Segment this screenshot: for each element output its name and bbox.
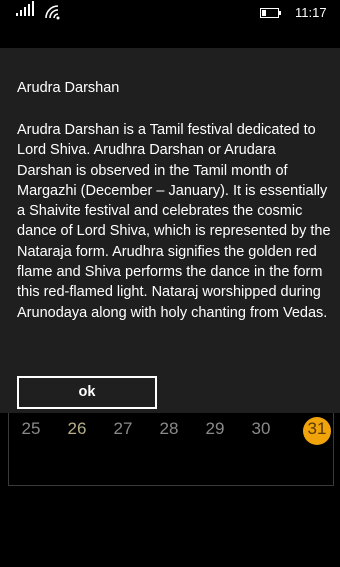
battery-icon xyxy=(260,8,281,18)
dialog-body-text: Arudra Darshan is a Tamil festival dedic… xyxy=(17,122,331,321)
message-dialog: Arudra Darshan Arudra Darshan is a Tamil… xyxy=(0,48,340,413)
clock-time: 11:17 xyxy=(295,5,327,20)
phone-screen: 11:17 25 26 27 28 29 30 31 Arudra Darsha… xyxy=(0,0,340,567)
status-bar: 11:17 xyxy=(0,0,340,26)
calendar-day[interactable]: 29 xyxy=(199,419,231,439)
calendar-day[interactable]: 28 xyxy=(153,419,185,439)
calendar-day[interactable]: 25 xyxy=(15,419,47,439)
dialog-title: Arudra Darshan xyxy=(17,80,120,96)
calendar-day-today[interactable]: 31 xyxy=(303,417,331,445)
wifi-icon xyxy=(45,5,60,20)
calendar-day[interactable]: 30 xyxy=(245,419,277,439)
calendar-day[interactable]: 26 xyxy=(61,419,93,439)
calendar-day-today-label: 31 xyxy=(307,419,327,438)
ok-button[interactable]: ok xyxy=(17,376,157,409)
calendar-grid-background: 25 26 27 28 29 30 31 xyxy=(8,405,334,486)
calendar-day[interactable]: 27 xyxy=(107,419,139,439)
